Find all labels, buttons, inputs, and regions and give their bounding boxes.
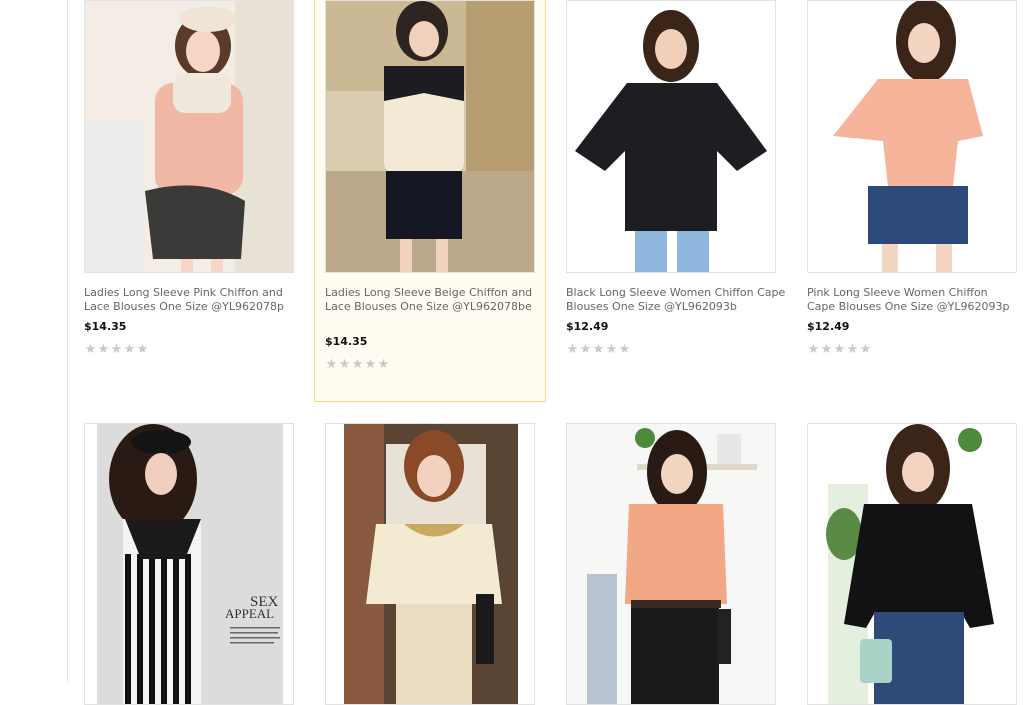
product-image[interactable] (84, 0, 294, 273)
rating-stars: ★★★★★ (325, 357, 390, 372)
rating-stars: ★★★★★ (807, 342, 872, 357)
image-text-line2: APPEAL (225, 606, 274, 621)
product-image[interactable] (325, 0, 535, 273)
star-icon: ★ (110, 342, 123, 357)
star-icon: ★ (859, 342, 872, 357)
star-icon: ★ (618, 342, 631, 357)
star-icon: ★ (592, 342, 605, 357)
product-image[interactable] (807, 0, 1017, 273)
product-image[interactable] (807, 423, 1017, 705)
product-image[interactable] (325, 423, 535, 705)
product-image[interactable]: SEX APPEAL (84, 423, 294, 705)
star-icon: ★ (136, 342, 149, 357)
product-image[interactable] (566, 0, 776, 273)
product-card-6[interactable] (325, 423, 566, 705)
product-card-2[interactable]: Ladies Long Sleeve Beige Chiffon and Lac… (314, 0, 546, 402)
star-icon: ★ (123, 342, 136, 357)
product-price: $12.49 (807, 320, 850, 333)
product-card-8[interactable] (807, 423, 1024, 705)
product-card-4[interactable]: Pink Long Sleeve Women Chiffon Cape Blou… (807, 0, 1024, 380)
product-card-5[interactable]: SEX APPEAL (84, 423, 325, 705)
product-title[interactable]: Pink Long Sleeve Women Chiffon Cape Blou… (807, 286, 1019, 314)
star-icon: ★ (338, 357, 351, 372)
product-price: $14.35 (325, 335, 368, 348)
star-icon: ★ (807, 342, 820, 357)
star-icon: ★ (325, 357, 338, 372)
rating-stars: ★★★★★ (84, 342, 149, 357)
product-grid: Ladies Long Sleeve Pink Chiffon and Lace… (0, 0, 1024, 705)
star-icon: ★ (605, 342, 618, 357)
product-title[interactable]: Black Long Sleeve Women Chiffon Cape Blo… (566, 286, 786, 314)
star-icon: ★ (351, 357, 364, 372)
product-price: $14.35 (84, 320, 127, 333)
star-icon: ★ (833, 342, 846, 357)
product-image[interactable] (566, 423, 776, 705)
rating-stars: ★★★★★ (566, 342, 631, 357)
star-icon: ★ (84, 342, 97, 357)
star-icon: ★ (846, 342, 859, 357)
product-card-7[interactable] (566, 423, 807, 705)
product-price: $12.49 (566, 320, 609, 333)
star-icon: ★ (97, 342, 110, 357)
star-icon: ★ (579, 342, 592, 357)
star-icon: ★ (820, 342, 833, 357)
star-icon: ★ (364, 357, 377, 372)
star-icon: ★ (566, 342, 579, 357)
product-card-3[interactable]: Black Long Sleeve Women Chiffon Cape Blo… (566, 0, 807, 380)
product-title[interactable]: Ladies Long Sleeve Pink Chiffon and Lace… (84, 286, 304, 314)
star-icon: ★ (377, 357, 390, 372)
product-title[interactable]: Ladies Long Sleeve Beige Chiffon and Lac… (325, 286, 541, 314)
product-card-1[interactable]: Ladies Long Sleeve Pink Chiffon and Lace… (84, 0, 325, 380)
